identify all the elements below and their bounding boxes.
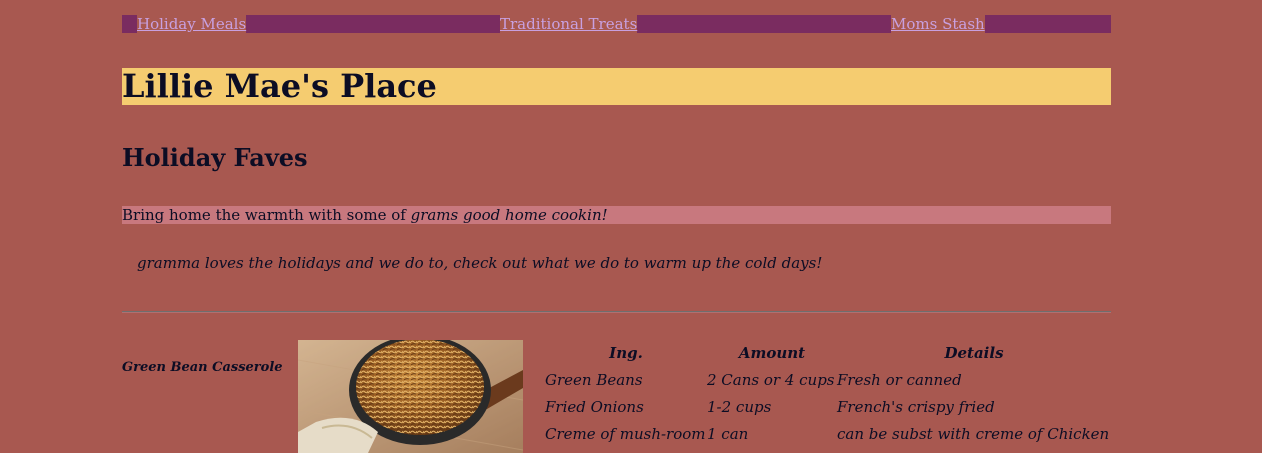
intro-text-main: Bring home the warmth with some of [122, 206, 411, 224]
casserole-photo [298, 340, 523, 453]
column-header-details: Details [944, 344, 1004, 362]
intro-note: gramma loves the holidays and we do to, … [137, 254, 823, 272]
cell-amount: 1-2 cups [707, 398, 772, 416]
table-row: Fried Onions 1-2 cups French's crispy fr… [545, 394, 1111, 421]
section-title: Holiday Faves [122, 143, 308, 172]
cell-amount: 1 can [707, 425, 749, 443]
cell-ingredient: Creme of mush-room [545, 425, 706, 443]
site-title: Lillie Mae's Place [122, 68, 1111, 105]
table-header-row: Ing. Amount Details [545, 340, 1111, 367]
cell-details: Fresh or canned [837, 371, 962, 389]
top-navigation: Holiday Meals Traditional Treats Moms St… [122, 15, 1111, 33]
nav-link-holiday-meals[interactable]: Holiday Meals [137, 15, 247, 33]
ingredients-table: Ing. Amount Details Green Beans 2 Cans o… [545, 340, 1111, 448]
nav-link-moms-stash[interactable]: Moms Stash [891, 15, 985, 33]
column-header-ingredient: Ing. [609, 344, 643, 362]
nav-link-traditional-treats[interactable]: Traditional Treats [500, 15, 638, 33]
column-header-amount: Amount [738, 344, 806, 362]
cell-amount: 2 Cans or 4 cups [707, 371, 835, 389]
table-row: Creme of mush-room 1 can can be subst wi… [545, 421, 1111, 448]
divider [122, 311, 1111, 313]
table-row: Green Beans 2 Cans or 4 cups Fresh or ca… [545, 367, 1111, 394]
recipe-name: Green Bean Casserole [122, 360, 283, 375]
intro-text-emphasis: grams good home cookin! [410, 206, 608, 224]
cell-ingredient: Fried Onions [545, 398, 644, 416]
cell-details: French's crispy fried [837, 398, 995, 416]
intro-text: Bring home the warmth with some of grams… [122, 206, 1111, 224]
casserole-image [298, 340, 523, 453]
cell-ingredient: Green Beans [545, 371, 643, 389]
cell-details: can be subst with creme of Chicken [837, 425, 1110, 443]
